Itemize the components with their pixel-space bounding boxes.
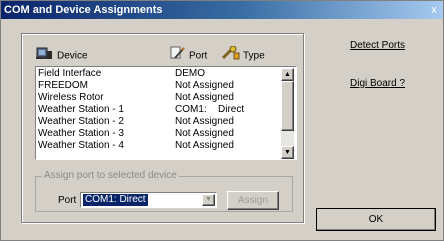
ok-button[interactable]: OK — [316, 208, 436, 231]
device-port: Not Assigned — [175, 128, 234, 139]
device-port: COM1: — [175, 104, 207, 115]
device-port: Not Assigned — [175, 116, 234, 127]
pencil-icon — [170, 46, 186, 66]
device-port: Not Assigned — [175, 140, 234, 151]
list-scrollbar[interactable]: ▲ ▼ — [281, 68, 294, 159]
scroll-thumb[interactable] — [281, 81, 294, 131]
device-name: Weather Station - 2 — [38, 116, 124, 127]
column-header-type[interactable]: Type — [220, 45, 265, 62]
device-name: FREEDOM — [38, 80, 88, 91]
device-list[interactable]: Field Interface DEMO FREEDOM Not Assigne… — [35, 66, 297, 160]
port-dropdown[interactable]: COM1: Direct ▼ — [80, 192, 217, 208]
port-label: Port — [58, 195, 77, 206]
device-name: Weather Station - 4 — [38, 140, 124, 151]
title-bar: COM and Device Assignments — [1, 1, 443, 19]
assign-button[interactable]: Assign — [227, 191, 279, 210]
arrow-up-icon[interactable]: ▲ — [281, 68, 294, 81]
column-label-port: Port — [189, 50, 208, 62]
close-icon[interactable]: x — [428, 1, 440, 19]
column-header-port[interactable]: Port — [170, 46, 207, 62]
digi-board-link[interactable]: Digi Board ? — [350, 78, 405, 89]
arrow-down-icon[interactable]: ▼ — [281, 146, 294, 159]
device-name: Wireless Rotor — [38, 92, 104, 103]
column-label-device: Device — [57, 50, 88, 62]
computer-icon — [36, 46, 54, 66]
chevron-down-icon[interactable]: ▼ — [202, 194, 215, 206]
device-name: Field Interface — [38, 68, 102, 79]
assign-group-label: Assign port to selected device — [42, 170, 179, 181]
device-type: Direct — [218, 104, 245, 115]
column-header-device[interactable]: Device — [36, 46, 88, 62]
detect-ports-link[interactable]: Detect Ports — [350, 40, 405, 51]
device-name: Weather Station - 1 — [38, 104, 124, 115]
port-selected-value: COM1: Direct — [83, 194, 148, 206]
device-port: Not Assigned — [175, 80, 234, 91]
column-label-type: Type — [243, 50, 265, 62]
wrench-icon — [220, 45, 240, 66]
device-port: DEMO — [175, 68, 205, 79]
device-name: Weather Station - 3 — [38, 128, 124, 139]
window-title: COM and Device Assignments — [4, 4, 163, 16]
device-port: Not Assigned — [175, 92, 234, 103]
